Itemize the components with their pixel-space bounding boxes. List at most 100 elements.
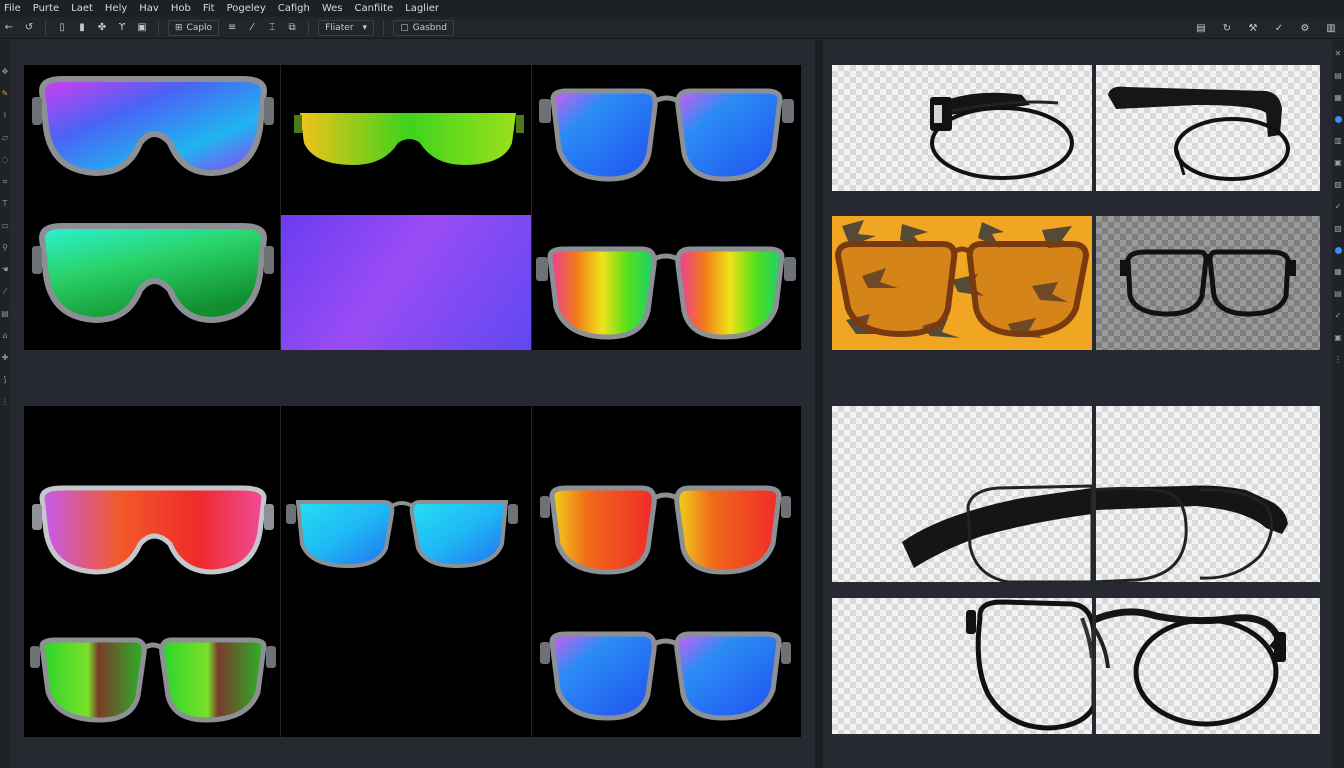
crop-icon[interactable]: ⌗: [3, 178, 8, 186]
tile-round-glasses-left[interactable]: [832, 598, 1092, 734]
chevron-down-icon: ▾: [362, 22, 368, 33]
goggle-blue-purple[interactable]: [32, 73, 277, 183]
menu-bar: File Purte Laet Hely Hav Hob Fit Pogeley…: [0, 0, 1344, 17]
properties-icon[interactable]: ▣: [1334, 159, 1342, 167]
gear-icon[interactable]: ⚙: [1298, 20, 1312, 36]
grip-icon[interactable]: ⋮: [1334, 356, 1342, 364]
aviator-fire-glasses[interactable]: [538, 482, 793, 578]
round-frame-left-shape: [966, 599, 1092, 731]
strap-glasses-side-shape: [930, 92, 1074, 180]
rotate-icon[interactable]: ↻: [1220, 20, 1234, 36]
chat-icon[interactable]: ▣: [135, 20, 149, 36]
path-icon[interactable]: ⟆: [3, 376, 6, 384]
eyedropper-icon[interactable]: ⁄: [4, 288, 5, 296]
gradient-icon[interactable]: ▤: [1, 310, 9, 318]
brush-settings-icon[interactable]: ▨: [1334, 225, 1342, 233]
menu-purte[interactable]: Purte: [33, 3, 59, 14]
check-icon[interactable]: ✓: [1272, 20, 1286, 36]
tile-strap-glasses-side[interactable]: [832, 65, 1092, 191]
undo-icon[interactable]: ↺: [22, 20, 36, 36]
tile-strap-glasses-left[interactable]: [832, 406, 1092, 582]
tile-strap-glasses-front[interactable]: [1096, 65, 1320, 191]
menu-laet[interactable]: Laet: [71, 3, 93, 14]
shape-icon[interactable]: ▭: [1, 222, 9, 230]
heal-icon[interactable]: ✚: [2, 354, 9, 362]
goggle-green-cyan[interactable]: [32, 220, 277, 330]
tile-strap-glasses-right[interactable]: [1096, 406, 1320, 582]
aviator-rainbow-glasses[interactable]: [536, 243, 796, 343]
purple-gradient-swatch[interactable]: [281, 215, 531, 350]
close-icon[interactable]: ✕: [1335, 50, 1342, 58]
paths-icon[interactable]: ▤: [1334, 290, 1342, 298]
background-field[interactable]: ▢ Gasbnd: [393, 19, 454, 36]
history-icon[interactable]: ▥: [1334, 137, 1342, 145]
trash-icon[interactable]: ▮: [75, 20, 89, 36]
goggle-sunset[interactable]: [32, 482, 277, 582]
menu-canfiite[interactable]: Canfiite: [355, 3, 394, 14]
menu-fit[interactable]: Fit: [203, 3, 215, 14]
check-icon[interactable]: ✓: [1335, 203, 1342, 211]
toolbar-divider: [383, 20, 385, 35]
wraparound-lime-glasses[interactable]: [294, 103, 524, 173]
tile-tortoise-glasses-orange[interactable]: [832, 216, 1092, 350]
active-indicator-icon[interactable]: [1334, 247, 1342, 254]
menu-hob[interactable]: Hob: [171, 3, 191, 14]
pin-icon[interactable]: ⌶: [265, 20, 279, 36]
black-frames-shape: [1120, 249, 1296, 317]
menu-laglier[interactable]: Laglier: [405, 3, 439, 14]
check-icon[interactable]: ✓: [1335, 312, 1342, 320]
zoom-icon[interactable]: ⚲: [2, 244, 8, 252]
caption-field[interactable]: ⊞ Caplo: [168, 19, 220, 36]
stamp-icon[interactable]: ⌂: [2, 332, 7, 340]
aviator-violet-blue-glasses[interactable]: [538, 628, 793, 724]
filter-dropdown[interactable]: Fliater ▾: [318, 19, 375, 36]
aviator-blue-glasses[interactable]: [539, 85, 794, 185]
hand-icon[interactable]: ☚: [1, 266, 8, 274]
brush-icon[interactable]: ⌇: [3, 112, 7, 120]
swatch-icon[interactable]: ▧: [1334, 181, 1342, 189]
strap-right-shape: [1096, 485, 1288, 582]
panel-divider[interactable]: [815, 40, 823, 768]
left-tool-strip: ✥ ✎ ⌇ ▱ ◌ ⌗ T ▭ ⚲ ☚ ⁄ ▤ ⌂ ✚ ⟆ ⋮: [0, 40, 10, 768]
strap-left-shape: [902, 484, 1092, 582]
menu-hav[interactable]: Hav: [139, 3, 159, 14]
tile-black-frames-grey[interactable]: [1096, 216, 1320, 350]
pencil-icon[interactable]: ✎: [2, 90, 9, 98]
layers-icon[interactable]: ▤: [1334, 72, 1342, 80]
menu-hely[interactable]: Hely: [105, 3, 127, 14]
grid-divider: [531, 65, 532, 350]
move-icon[interactable]: ✥: [2, 68, 9, 76]
bottom-artboard[interactable]: [24, 406, 801, 737]
document-icon: ▢: [400, 22, 409, 33]
text-icon[interactable]: T: [3, 200, 8, 208]
channels-icon[interactable]: ▦: [1334, 268, 1342, 276]
wand-icon[interactable]: ⁄: [245, 20, 259, 36]
aviator-green-glasses[interactable]: [30, 634, 276, 726]
options-toolbar: ← ↺ ▯ ▮ ✤ ϒ ▣ ⊞ Caplo ≡ ⁄ ⌶ ⧉ Fliater ▾ …: [0, 17, 1344, 39]
toolbar-divider: [308, 20, 310, 35]
grid-icon: ⊞: [175, 22, 183, 33]
panel-icon[interactable]: ▥: [1324, 20, 1338, 36]
info-icon[interactable]: ▣: [1334, 334, 1342, 342]
aviator-cyan-glasses[interactable]: [286, 492, 518, 572]
menu-wes[interactable]: Wes: [322, 3, 343, 14]
active-indicator-icon[interactable]: [1334, 116, 1342, 123]
columns-icon[interactable]: ⧉: [285, 20, 299, 36]
tile-round-glasses-right[interactable]: [1096, 598, 1320, 734]
align-icon[interactable]: ≡: [225, 20, 239, 36]
document-icon[interactable]: ▤: [1194, 20, 1208, 36]
lasso-icon[interactable]: ◌: [2, 156, 9, 164]
toolbar-divider: [45, 20, 46, 35]
more-icon[interactable]: ⋮: [1, 398, 9, 406]
menu-pogeley[interactable]: Pogeley: [227, 3, 266, 14]
frame-icon[interactable]: ▯: [55, 20, 69, 36]
eraser-icon[interactable]: ▱: [2, 134, 8, 142]
bird-icon[interactable]: ϒ: [115, 20, 129, 36]
right-tool-strip: ✕ ▤ ▦ ▥ ▣ ▧ ✓ ▨ ▦ ▤ ✓ ▣ ⋮: [1332, 40, 1344, 768]
back-arrow-icon[interactable]: ←: [2, 20, 16, 36]
menu-file[interactable]: File: [4, 3, 21, 14]
paw-icon[interactable]: ✤: [95, 20, 109, 36]
tools-icon[interactable]: ⚒: [1246, 20, 1260, 36]
menu-cafigh[interactable]: Cafigh: [278, 3, 310, 14]
adjust-icon[interactable]: ▦: [1334, 94, 1342, 102]
